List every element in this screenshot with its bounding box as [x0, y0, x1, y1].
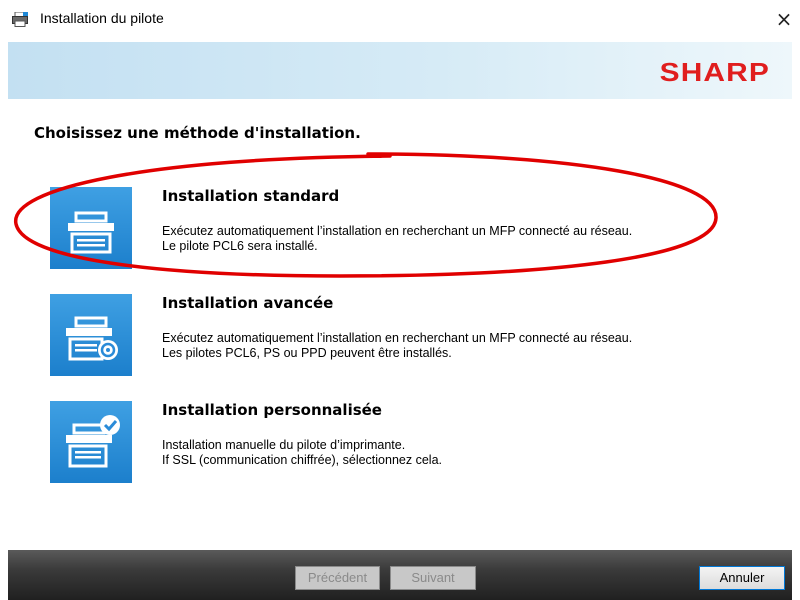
- option-description-line: Exécutez automatiquement l’installation …: [162, 224, 633, 238]
- sharp-logo: SHARP: [659, 57, 770, 87]
- printer-check-icon[interactable]: [50, 401, 132, 483]
- back-button[interactable]: Précédent: [295, 566, 380, 590]
- option-description-line: Les pilotes PCL6, PS ou PPD peuvent être…: [162, 346, 452, 360]
- option-standard-install[interactable]: Installation standard Exécutez automatiq…: [50, 187, 750, 277]
- option-description: Exécutez automatiquement l’installation …: [162, 331, 632, 361]
- option-description: Exécutez automatiquement l’installation …: [162, 224, 632, 254]
- option-title[interactable]: Installation personnalisée: [162, 401, 382, 419]
- next-button[interactable]: Suivant: [390, 566, 476, 590]
- option-title[interactable]: Installation standard: [162, 187, 339, 205]
- option-advanced-install[interactable]: Installation avancée Exécutez automatiqu…: [50, 294, 750, 384]
- page-heading: Choisissez une méthode d'installation.: [34, 124, 361, 142]
- printer-app-icon: [12, 12, 28, 27]
- printer-icon[interactable]: [50, 187, 132, 269]
- cancel-button[interactable]: Annuler: [699, 566, 785, 590]
- header-banner: SHARP: [8, 42, 792, 99]
- window-title: Installation du pilote: [40, 10, 164, 26]
- option-description-line: Le pilote PCL6 sera installé.: [162, 239, 318, 253]
- printer-settings-icon[interactable]: [50, 294, 132, 376]
- option-description-line: If SSL (communication chiffrée), sélecti…: [162, 453, 442, 467]
- option-title[interactable]: Installation avancée: [162, 294, 333, 312]
- option-description: Installation manuelle du pilote d’imprim…: [162, 438, 442, 468]
- close-button[interactable]: ×: [768, 4, 800, 34]
- option-description-line: Exécutez automatiquement l’installation …: [162, 331, 633, 345]
- option-description-line: Installation manuelle du pilote d’imprim…: [162, 438, 406, 452]
- title-bar: Installation du pilote ×: [0, 0, 800, 38]
- footer-bar: Précédent Suivant Annuler: [8, 550, 792, 600]
- option-custom-install[interactable]: Installation personnalisée Installation …: [50, 401, 750, 491]
